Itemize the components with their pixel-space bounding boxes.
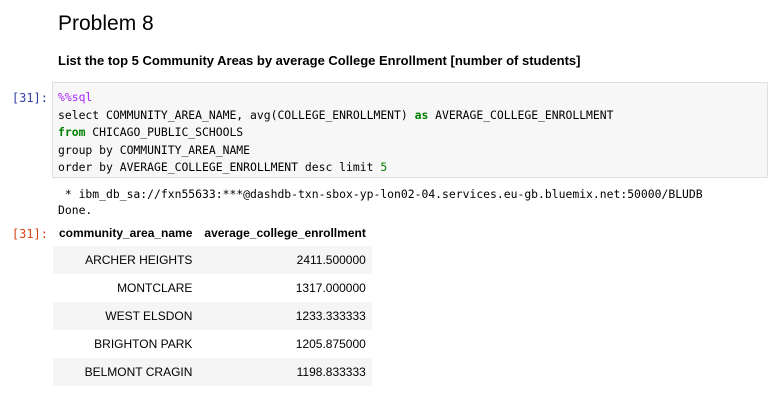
code-line: group by COMMUNITY_AREA_NAME <box>58 142 767 160</box>
notebook: Problem 8 List the top 5 Community Areas… <box>0 0 770 405</box>
cell-average-college-enrollment: 1317.000000 <box>198 274 372 302</box>
cell-community-area-name: BRIGHTON PARK <box>53 330 199 358</box>
problem-heading: Problem 8 <box>58 12 154 35</box>
code-line: order by AVERAGE_COLLEGE_ENROLLMENT desc… <box>58 159 767 177</box>
output-prompt: [31]: <box>11 227 48 241</box>
table-row: BRIGHTON PARK 1205.875000 <box>53 330 372 358</box>
cell-community-area-name: BELMONT CRAGIN <box>53 358 199 386</box>
code-token-kw: from <box>58 125 86 139</box>
code-token-magic: %%sql <box>58 90 93 104</box>
cell-community-area-name: WEST ELSDON <box>53 302 199 330</box>
problem-description: List the top 5 Community Areas by averag… <box>58 53 581 68</box>
cell-average-college-enrollment: 1233.333333 <box>198 302 372 330</box>
table-row: WEST ELSDON 1233.333333 <box>53 302 372 330</box>
column-header-community-area-name: community_area_name <box>59 226 193 240</box>
code-token: AVERAGE_COLLEGE_ENROLLMENT <box>428 107 614 122</box>
table-header-row: community_area_name average_college_enro… <box>53 220 372 246</box>
code-token: group by COMMUNITY_AREA_NAME <box>58 142 251 157</box>
table-row: ARCHER HEIGHTS 2411.500000 <box>53 246 372 274</box>
code-token: CHICAGO_PUBLIC_SCHOOLS <box>85 125 244 139</box>
code-line: %%sql <box>58 89 767 107</box>
done-line: Done. <box>58 203 93 217</box>
cell-community-area-name: ARCHER HEIGHTS <box>53 246 199 274</box>
code-token: select COMMUNITY_AREA_NAME, avg(COLLEGE_… <box>58 107 415 122</box>
cell-average-college-enrollment: 2411.500000 <box>198 246 372 274</box>
connection-line: * ibm_db_sa://fxn55633:***@dashdb-txn-sb… <box>58 187 703 201</box>
code-token-kw: as <box>414 107 429 122</box>
cell-average-college-enrollment: 1198.833333 <box>198 358 372 386</box>
cell-community-area-name: MONTCLARE <box>53 274 199 302</box>
code-line: from CHICAGO_PUBLIC_SCHOOLS <box>58 124 767 142</box>
result-table: community_area_name average_college_enro… <box>53 220 372 386</box>
column-header-average-college-enrollment: average_college_enrollment <box>204 226 366 240</box>
table-row: MONTCLARE 1317.000000 <box>53 274 372 302</box>
code-line: select COMMUNITY_AREA_NAME, avg(COLLEGE_… <box>58 107 767 125</box>
cell-average-college-enrollment: 1205.875000 <box>198 330 372 358</box>
code-cell-editor[interactable]: %%sql select COMMUNITY_AREA_NAME, avg(COL… <box>52 82 768 178</box>
code-token-num: 5 <box>380 160 388 174</box>
table-row: BELMONT CRAGIN 1198.833333 <box>53 358 372 386</box>
stream-output: * ibm_db_sa://fxn55633:***@dashdb-txn-sb… <box>58 186 703 218</box>
code-token: order by AVERAGE_COLLEGE_ENROLLMENT desc… <box>58 160 381 174</box>
input-prompt: [31]: <box>11 91 48 105</box>
